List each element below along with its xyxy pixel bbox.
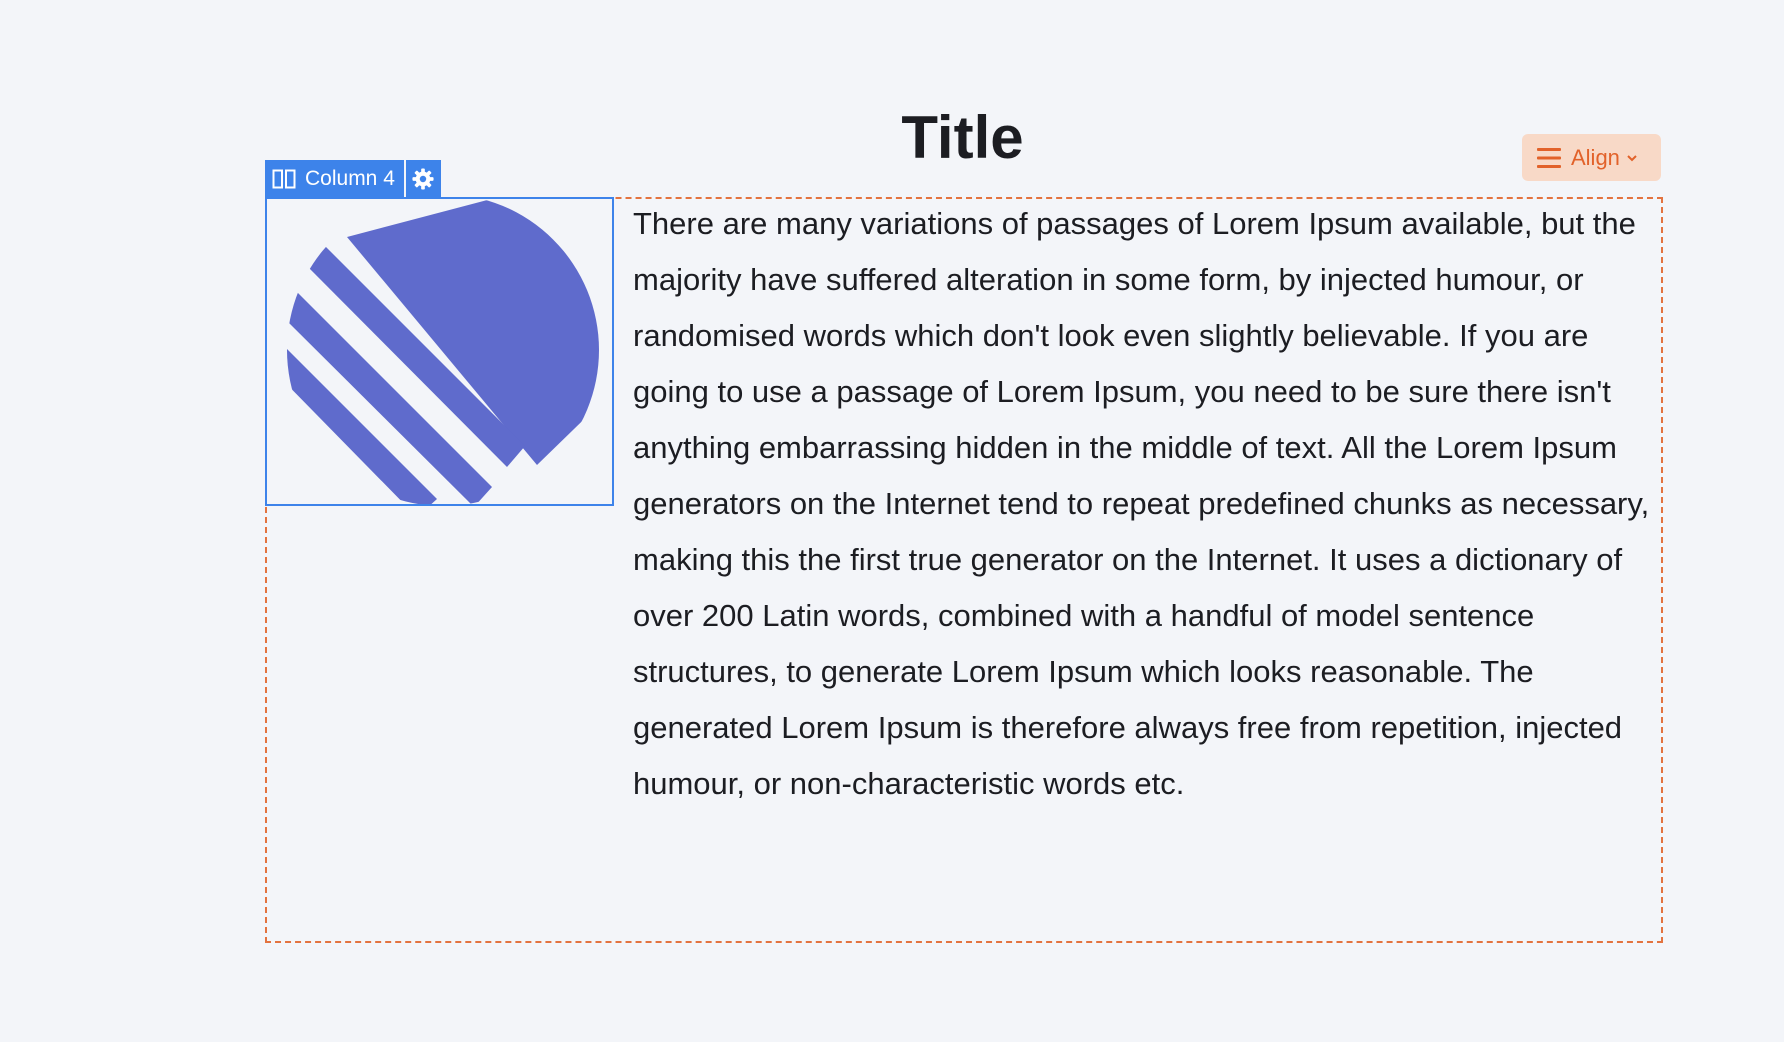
align-button-label: Align [1571,144,1620,170]
gear-icon [412,167,434,190]
striped-circle-logo-icon [287,199,599,504]
align-dropdown-button[interactable]: Align [1522,134,1661,181]
menu-icon [1537,147,1561,168]
body-paragraph: There are many variations of passages of… [633,206,1650,801]
image-column[interactable] [265,197,614,506]
columns-icon [272,169,296,188]
column-toolbar: Column 4 [265,160,441,197]
column-select-tag[interactable]: Column 4 [265,160,404,197]
column-settings-button[interactable] [405,160,441,197]
chevron-down-icon [1627,154,1637,161]
column-label: Column 4 [305,166,395,190]
